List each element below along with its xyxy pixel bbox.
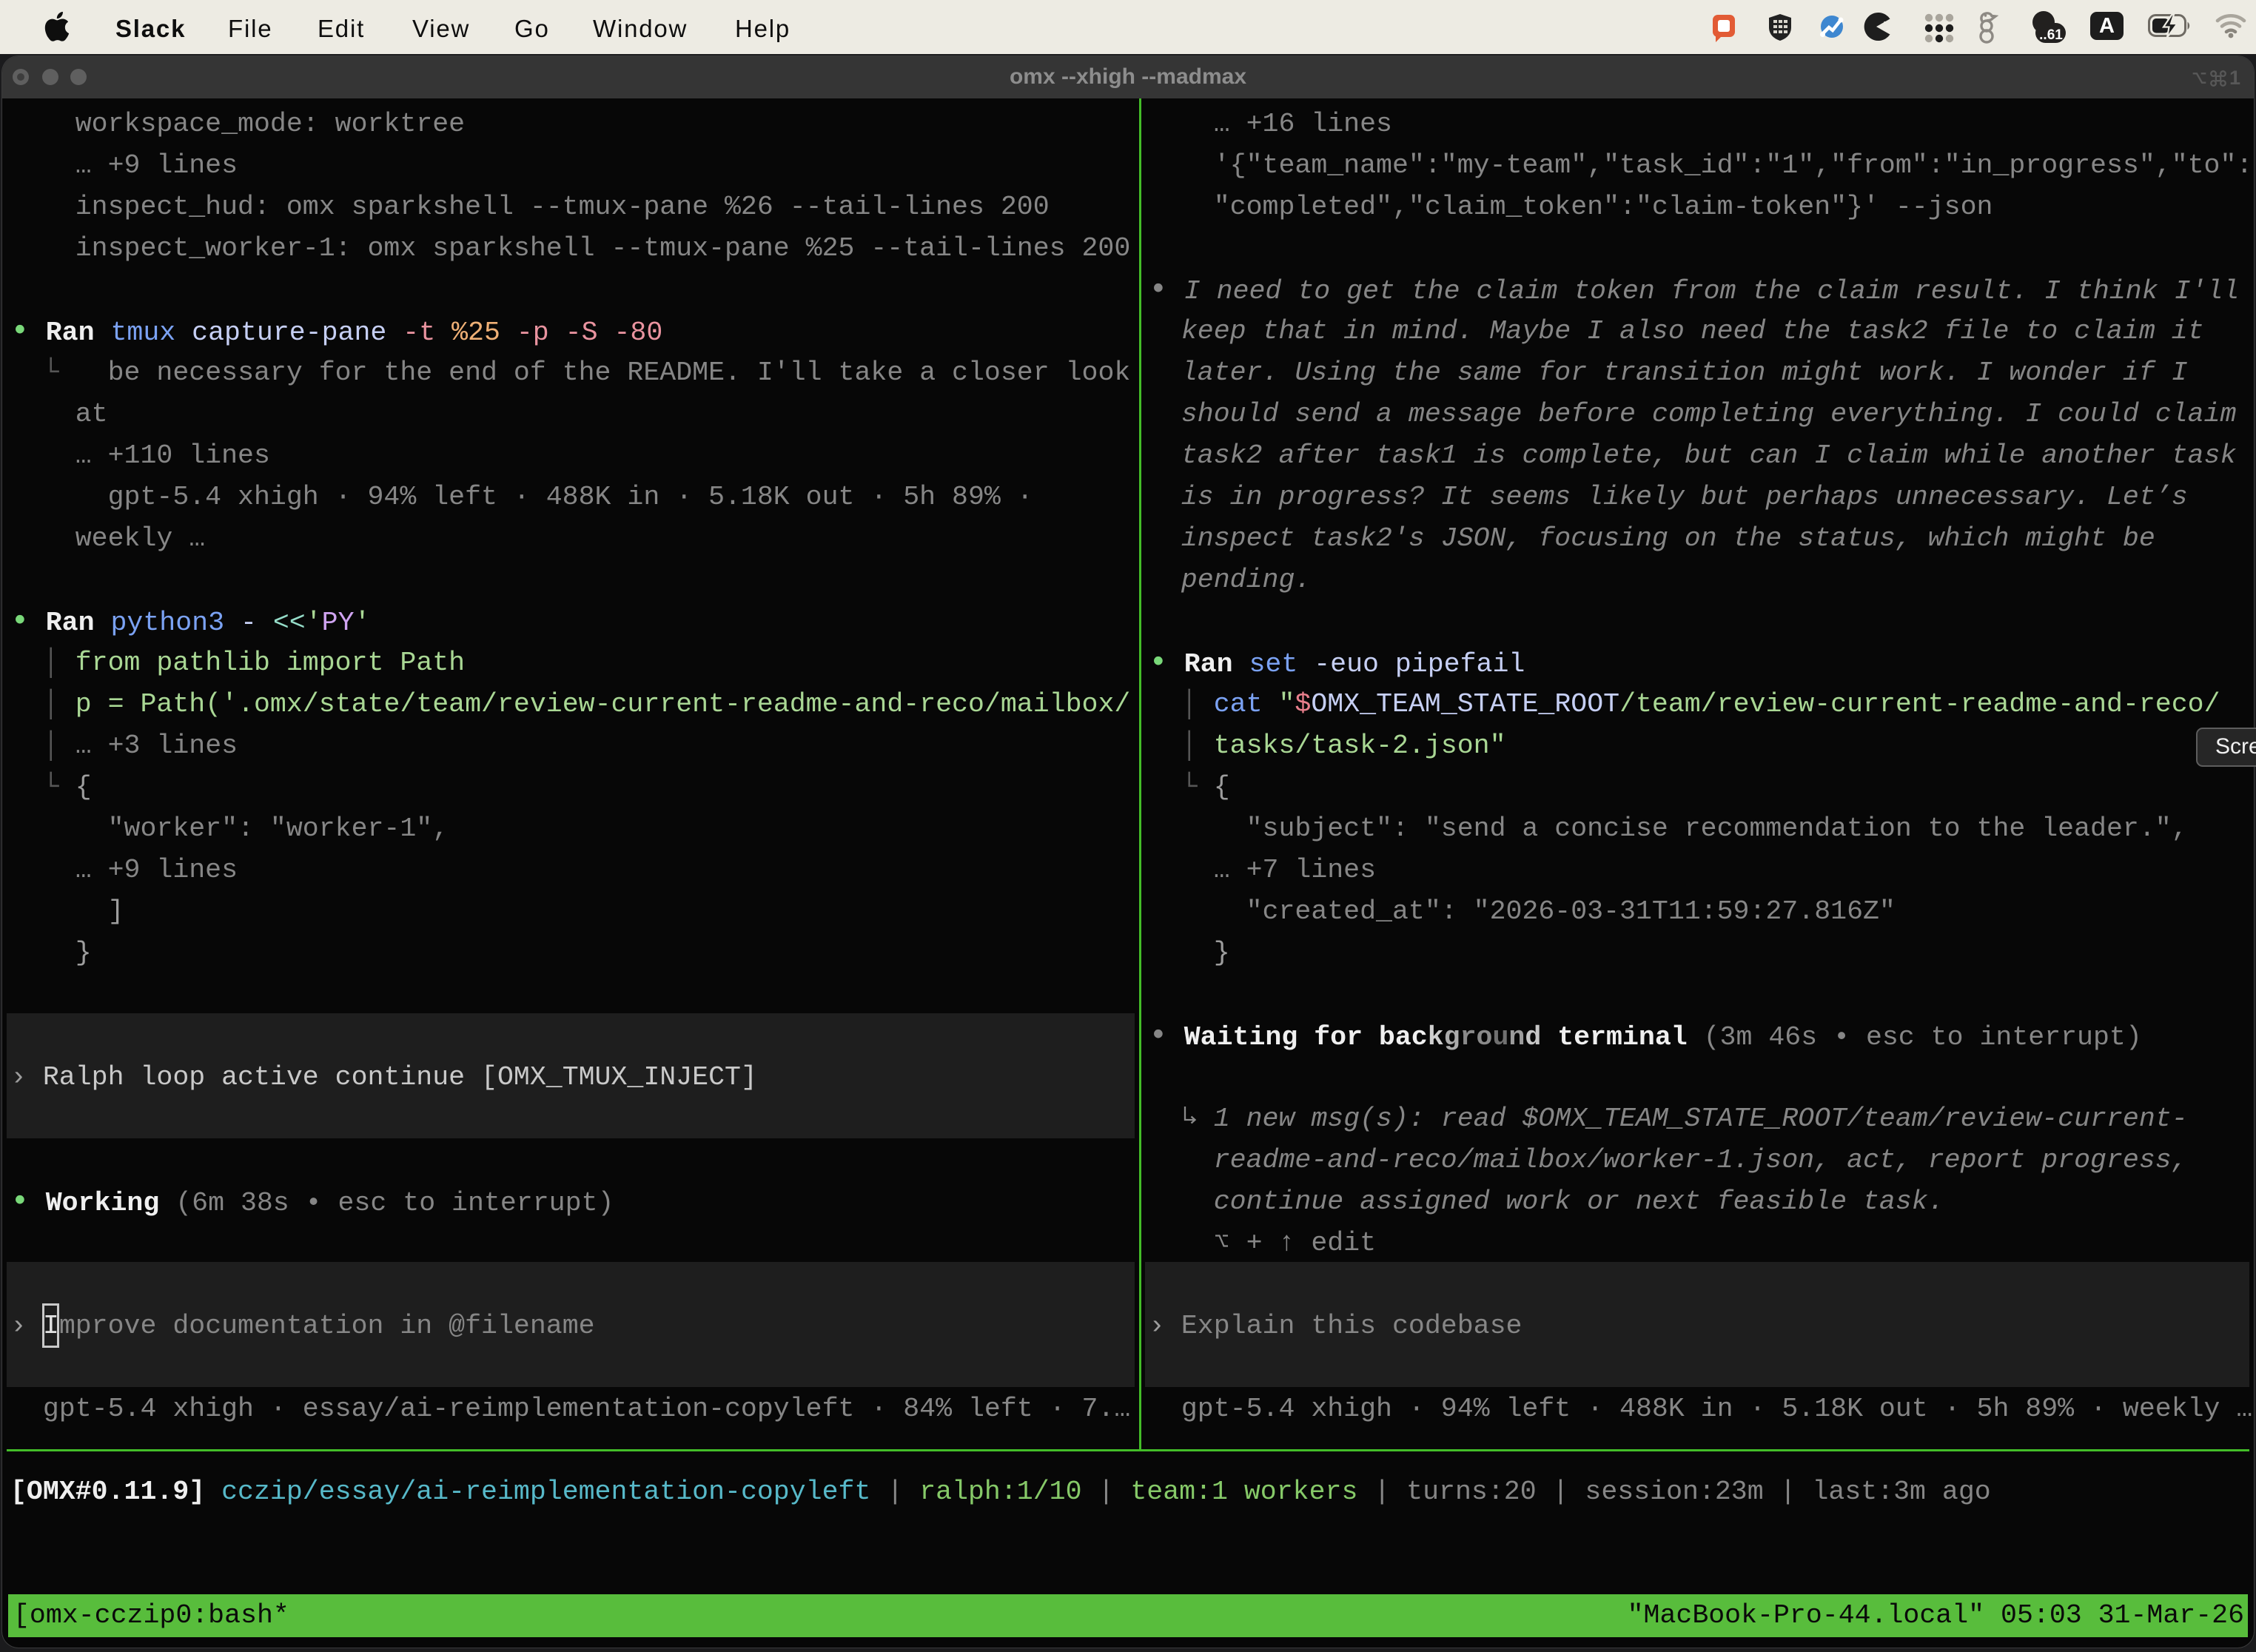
svg-text:..61: ..61 <box>2039 27 2063 43</box>
